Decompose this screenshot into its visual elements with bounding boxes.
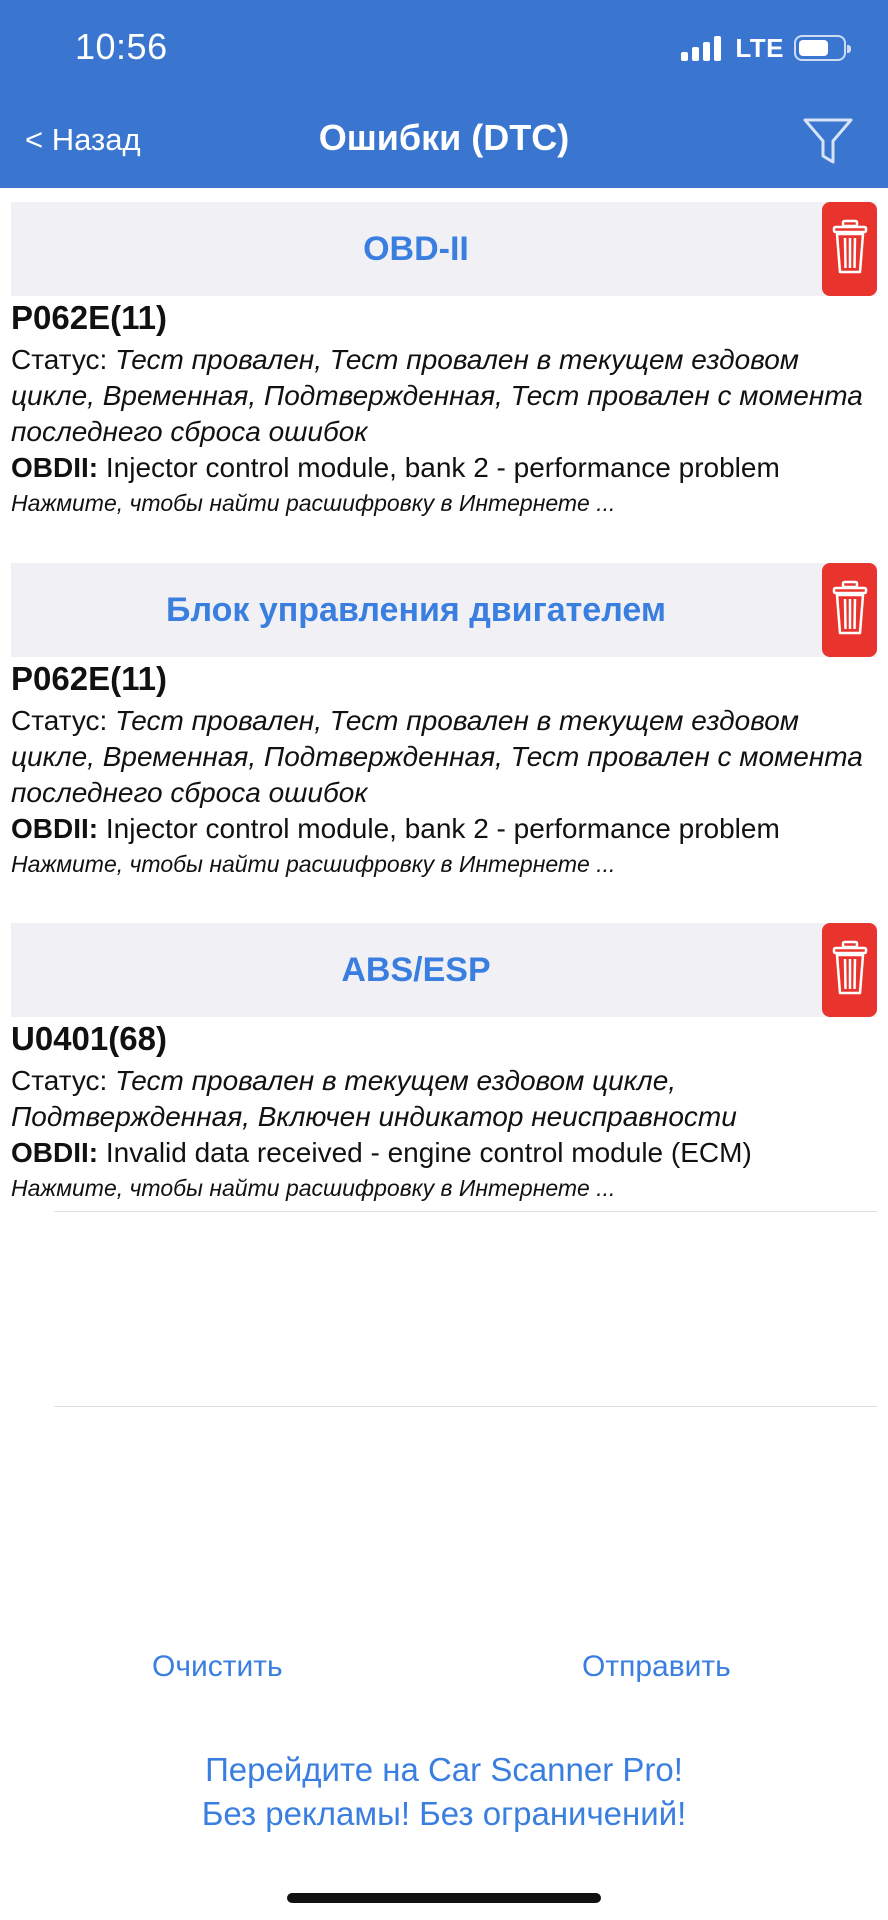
description-value: Invalid data received - engine control m… [105, 1137, 752, 1168]
status-label: Статус: [11, 1065, 108, 1096]
description-label: OBDII: [11, 1137, 99, 1168]
description-label: OBDII: [11, 813, 99, 844]
dtc-item[interactable]: P062E(11) Статус: Тест провален, Тест пр… [11, 298, 871, 518]
status-value: Тест провален, Тест провален в текущем е… [11, 705, 863, 808]
network-label: LTE [735, 32, 784, 63]
signal-icon [681, 35, 725, 61]
trash-icon [832, 580, 868, 641]
list-divider [54, 1406, 877, 1407]
send-button[interactable]: Отправить [582, 1650, 731, 1684]
delete-button[interactable] [822, 923, 877, 1017]
search-hint-link[interactable]: Нажмите, чтобы найти расшифровку в Интер… [11, 849, 871, 879]
description-value: Injector control module, bank 2 - perfor… [105, 813, 780, 844]
dtc-code: P062E(11) [11, 660, 167, 697]
section-title: OBD-II [363, 230, 469, 268]
section-title: ABS/ESP [341, 951, 491, 989]
status-label: Статус: [11, 705, 108, 736]
filter-icon[interactable] [802, 116, 854, 168]
delete-button[interactable] [822, 202, 877, 296]
dtc-code: P062E(11) [11, 299, 167, 336]
upgrade-promo-link[interactable]: Перейдите на Car Scanner Pro! Без реклам… [0, 1748, 888, 1836]
dtc-code: U0401(68) [11, 1020, 167, 1057]
search-hint-link[interactable]: Нажмите, чтобы найти расшифровку в Интер… [11, 488, 871, 518]
promo-line: Перейдите на Car Scanner Pro! [205, 1751, 683, 1788]
description-value: Injector control module, bank 2 - perfor… [105, 452, 780, 483]
section-title: Блок управления двигателем [166, 591, 666, 629]
battery-icon [794, 35, 851, 61]
dtc-status: Статус: Тест провален, Тест провален в т… [11, 703, 871, 811]
dtc-status: Статус: Тест провален в текущем ездовом … [11, 1063, 871, 1135]
trash-icon [832, 219, 868, 280]
dtc-description: OBDII: Invalid data received - engine co… [11, 1135, 871, 1171]
dtc-item[interactable]: P062E(11) Статус: Тест провален, Тест пр… [11, 659, 871, 879]
trash-icon [832, 940, 868, 1001]
status-indicators: LTE [681, 32, 851, 63]
app-root: 10:56 LTE < Назад Ошибки (DTC) OBD-II P0… [0, 0, 888, 1920]
status-label: Статус: [11, 344, 108, 375]
search-hint-link[interactable]: Нажмите, чтобы найти расшифровку в Интер… [11, 1173, 871, 1203]
section-header-obd2: OBD-II [11, 202, 877, 296]
status-value: Тест провален в текущем ездовом цикле, П… [11, 1065, 737, 1132]
navigation-bar: 10:56 LTE < Назад Ошибки (DTC) [0, 0, 888, 188]
page-title: Ошибки (DTC) [318, 117, 570, 158]
clear-button[interactable]: Очистить [152, 1650, 283, 1684]
section-header-abs: ABS/ESP [11, 923, 877, 1017]
dtc-description: OBDII: Injector control module, bank 2 -… [11, 811, 871, 847]
dtc-status: Статус: Тест провален, Тест провален в т… [11, 342, 871, 450]
promo-line: Без рекламы! Без ограничений! [201, 1795, 687, 1832]
status-time: 10:56 [75, 26, 168, 67]
dtc-item[interactable]: U0401(68) Статус: Тест провален в текуще… [11, 1019, 871, 1203]
list-divider [54, 1211, 877, 1212]
description-label: OBDII: [11, 452, 99, 483]
section-header-engine: Блок управления двигателем [11, 563, 877, 657]
dtc-description: OBDII: Injector control module, bank 2 -… [11, 450, 871, 486]
delete-button[interactable] [822, 563, 877, 657]
status-value: Тест провален, Тест провален в текущем е… [11, 344, 863, 447]
home-indicator[interactable] [287, 1893, 601, 1903]
